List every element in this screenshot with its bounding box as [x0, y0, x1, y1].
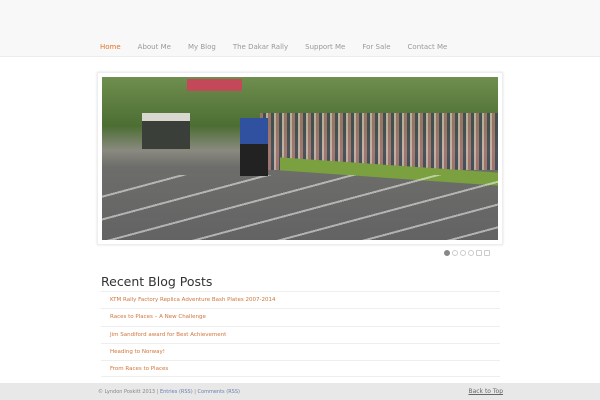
post-link[interactable]: Races to Places – A New Challenge: [101, 308, 500, 325]
post-link[interactable]: From Races to Places: [101, 360, 500, 378]
nav-support-me[interactable]: Support Me: [305, 43, 345, 51]
header: Home About Me My Blog The Dakar Rally Su…: [0, 0, 600, 57]
slide-dot[interactable]: [444, 250, 450, 256]
recent-posts-list: KTM Rally Factory Replica Adventure Bash…: [101, 291, 500, 378]
footer: © Lyndon Poskitt 2013 | Entries (RSS) | …: [0, 383, 600, 400]
pause-icon[interactable]: [476, 250, 482, 256]
nav-dakar-rally[interactable]: The Dakar Rally: [233, 43, 288, 51]
post-link[interactable]: Jim Sandiford award for Best Achievement: [101, 325, 500, 343]
slide-dot[interactable]: [452, 250, 458, 256]
motorcycle-rider: [240, 117, 268, 176]
image-slider[interactable]: [97, 72, 503, 245]
slide-photo: [102, 77, 498, 240]
footer-credits: © Lyndon Poskitt 2013 | Entries (RSS) | …: [98, 389, 240, 395]
next-icon[interactable]: [484, 250, 490, 256]
recent-posts-title: Recent Blog Posts: [101, 274, 213, 289]
back-to-top-link[interactable]: Back to Top: [468, 388, 503, 395]
nav-contact-me[interactable]: Contact Me: [408, 43, 448, 51]
comments-rss-link[interactable]: Comments (RSS): [198, 389, 240, 395]
entries-rss-link[interactable]: Entries (RSS): [160, 389, 193, 395]
banner: [187, 79, 242, 91]
slide-dot[interactable]: [460, 250, 466, 256]
separator: |: [194, 389, 196, 395]
copyright: © Lyndon Poskitt 2013 |: [98, 389, 159, 395]
truck: [142, 112, 190, 149]
slide-dot[interactable]: [468, 250, 474, 256]
nav-for-sale[interactable]: For Sale: [362, 43, 390, 51]
slider-pagination: [444, 250, 490, 256]
post-link[interactable]: Heading to Norway!: [101, 342, 500, 360]
nav-about-me[interactable]: About Me: [138, 43, 171, 51]
post-link[interactable]: KTM Rally Factory Replica Adventure Bash…: [101, 291, 500, 308]
main-nav: Home About Me My Blog The Dakar Rally Su…: [100, 43, 464, 51]
nav-home[interactable]: Home: [100, 43, 121, 51]
nav-my-blog[interactable]: My Blog: [188, 43, 216, 51]
road-markings: [102, 174, 498, 240]
